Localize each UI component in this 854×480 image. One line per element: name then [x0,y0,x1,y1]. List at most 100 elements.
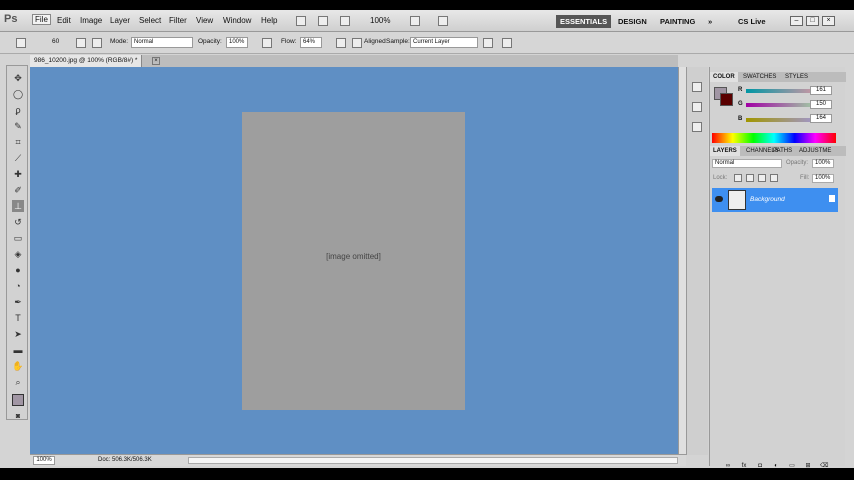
options-bar: 60 Mode: Normal Opacity: 100% Flow: 64% … [0,32,854,54]
horizontal-scrollbar[interactable] [188,457,678,464]
workspace-painting[interactable]: PAINTING [656,15,699,28]
lock-transparency-icon[interactable] [734,174,742,182]
airbrush-icon[interactable] [336,38,346,48]
type-tool-icon[interactable]: T [12,312,24,324]
dodge-tool-icon[interactable]: ◔ [12,280,24,292]
flow-field[interactable]: 64% [300,37,322,48]
pressure-opacity-icon[interactable] [262,38,272,48]
clone-stamp-tool-icon[interactable]: ⊥ [12,200,24,212]
brush-panel-icon[interactable] [76,38,86,48]
menu-select[interactable]: Select [139,16,161,25]
tab-color[interactable]: COLOR [710,72,738,82]
mode-label: Mode: [110,38,129,45]
document-tab[interactable]: 986_10200.jpg @ 100% (RGB/8#) * [30,55,143,67]
hand-tool-icon[interactable]: ✋ [12,360,24,372]
brush-size-value[interactable]: 60 [52,38,59,45]
color-spectrum[interactable] [712,133,836,143]
lock-all-icon[interactable] [770,174,778,182]
menu-help[interactable]: Help [261,16,277,25]
brush-tool-icon[interactable]: ✐ [12,184,24,196]
layer-opacity-field[interactable]: 100% [812,159,834,168]
tab-paths[interactable]: PATHS [770,146,795,156]
eraser-tool-icon[interactable]: ▭ [12,232,24,244]
opacity-label: Opacity: [198,38,222,45]
lock-label: Lock: [713,175,728,181]
photoshop-window: Ps File Edit Image Layer Select Filter V… [0,10,854,469]
lock-position-icon[interactable] [758,174,766,182]
histogram-icon[interactable] [692,82,702,92]
status-bar: 100% Doc: 506.3K/506.3K [30,454,686,466]
layers-panel-tabs: LAYERS CHANNELS PATHS ADJUSTME [710,146,846,156]
marquee-tool-icon[interactable]: ◯ [12,88,24,100]
actions-icon[interactable] [692,122,702,132]
more-workspaces-icon[interactable]: » [704,15,716,28]
workspace-design[interactable]: DESIGN [614,15,651,28]
red-value[interactable]: 161 [810,86,832,95]
right-panels: COLOR SWATCHES STYLES R 161 G 150 B 164 … [709,67,846,469]
mode-select[interactable]: Normal [131,37,193,48]
minimize-icon[interactable]: – [790,16,803,26]
layer-name[interactable]: Background [750,196,785,203]
history-brush-tool-icon[interactable]: ↺ [12,216,24,228]
vertical-scrollbar[interactable] [678,67,686,455]
ignore-adjustments-icon[interactable] [483,38,493,48]
menu-file[interactable]: File [32,14,51,25]
cs-live-button[interactable]: CS Live [734,15,770,28]
screen-mode-icon[interactable] [438,16,448,26]
visibility-eye-icon[interactable] [715,196,723,202]
menu-edit[interactable]: Edit [57,16,71,25]
move-tool-icon[interactable]: ✥ [12,72,24,84]
shape-tool-icon[interactable]: ▬ [12,344,24,356]
history-icon[interactable] [692,102,702,112]
quick-mask-icon[interactable]: ◙ [12,411,24,423]
eyedropper-tool-icon[interactable]: ⟋ [12,152,24,164]
layer-row-background[interactable]: Background [712,188,838,212]
arrange-documents-icon[interactable] [410,16,420,26]
opacity-field[interactable]: 100% [226,37,248,48]
doc-size-info[interactable]: Doc: 506.3K/506.3K [98,457,152,463]
green-value[interactable]: 150 [810,100,832,109]
sample-select[interactable]: Current Layer [410,37,478,48]
view-extras-icon[interactable] [340,16,350,26]
menu-image[interactable]: Image [80,16,102,25]
quick-select-tool-icon[interactable]: ✎ [12,120,24,132]
tab-styles[interactable]: STYLES [782,72,811,82]
healing-brush-tool-icon[interactable]: ✚ [12,168,24,180]
canvas-area[interactable]: [image omitted] [30,67,678,455]
menu-filter[interactable]: Filter [169,16,187,25]
foreground-color-swatch[interactable] [12,394,24,406]
menu-view[interactable]: View [196,16,213,25]
document-image-placeholder[interactable]: [image omitted] [242,112,465,410]
paint-bucket-tool-icon[interactable]: ◈ [12,248,24,260]
layer-opacity-label: Opacity: [786,160,809,166]
close-icon[interactable]: × [822,16,835,26]
crop-tool-icon[interactable]: ⌗ [12,136,24,148]
lasso-tool-icon[interactable]: ϼ [12,104,24,116]
menu-window[interactable]: Window [223,16,251,25]
fill-field[interactable]: 100% [812,174,834,183]
minibridge-icon[interactable] [318,16,328,26]
clone-stamp-preset-icon[interactable] [16,38,26,48]
tab-adjustments[interactable]: ADJUSTME [796,146,834,156]
restore-icon[interactable]: □ [806,16,819,26]
pressure-size-icon[interactable] [502,38,512,48]
zoom-tool-icon[interactable]: ⌕ [12,376,24,388]
menu-layer[interactable]: Layer [110,16,130,25]
background-swatch[interactable] [720,93,733,106]
lock-pixels-icon[interactable] [746,174,754,182]
path-select-tool-icon[interactable]: ➤ [12,328,24,340]
close-tab-icon[interactable]: × [152,57,160,65]
aligned-checkbox[interactable] [352,38,362,48]
blend-mode-select[interactable]: Normal [712,159,782,168]
clone-source-icon[interactable] [92,38,102,48]
tab-swatches[interactable]: SWATCHES [740,72,779,82]
status-zoom-field[interactable]: 100% [33,456,55,465]
workspace-essentials[interactable]: ESSENTIALS [556,15,612,28]
blue-value[interactable]: 164 [810,114,832,123]
pen-tool-icon[interactable]: ✒ [12,296,24,308]
blur-tool-icon[interactable]: ● [12,264,24,276]
zoom-level-dropdown[interactable]: 100% [370,16,390,25]
document-tab-bar: 986_10200.jpg @ 100% (RGB/8#) * × [30,55,678,67]
bridge-icon[interactable] [296,16,306,26]
tab-layers[interactable]: LAYERS [710,146,740,156]
